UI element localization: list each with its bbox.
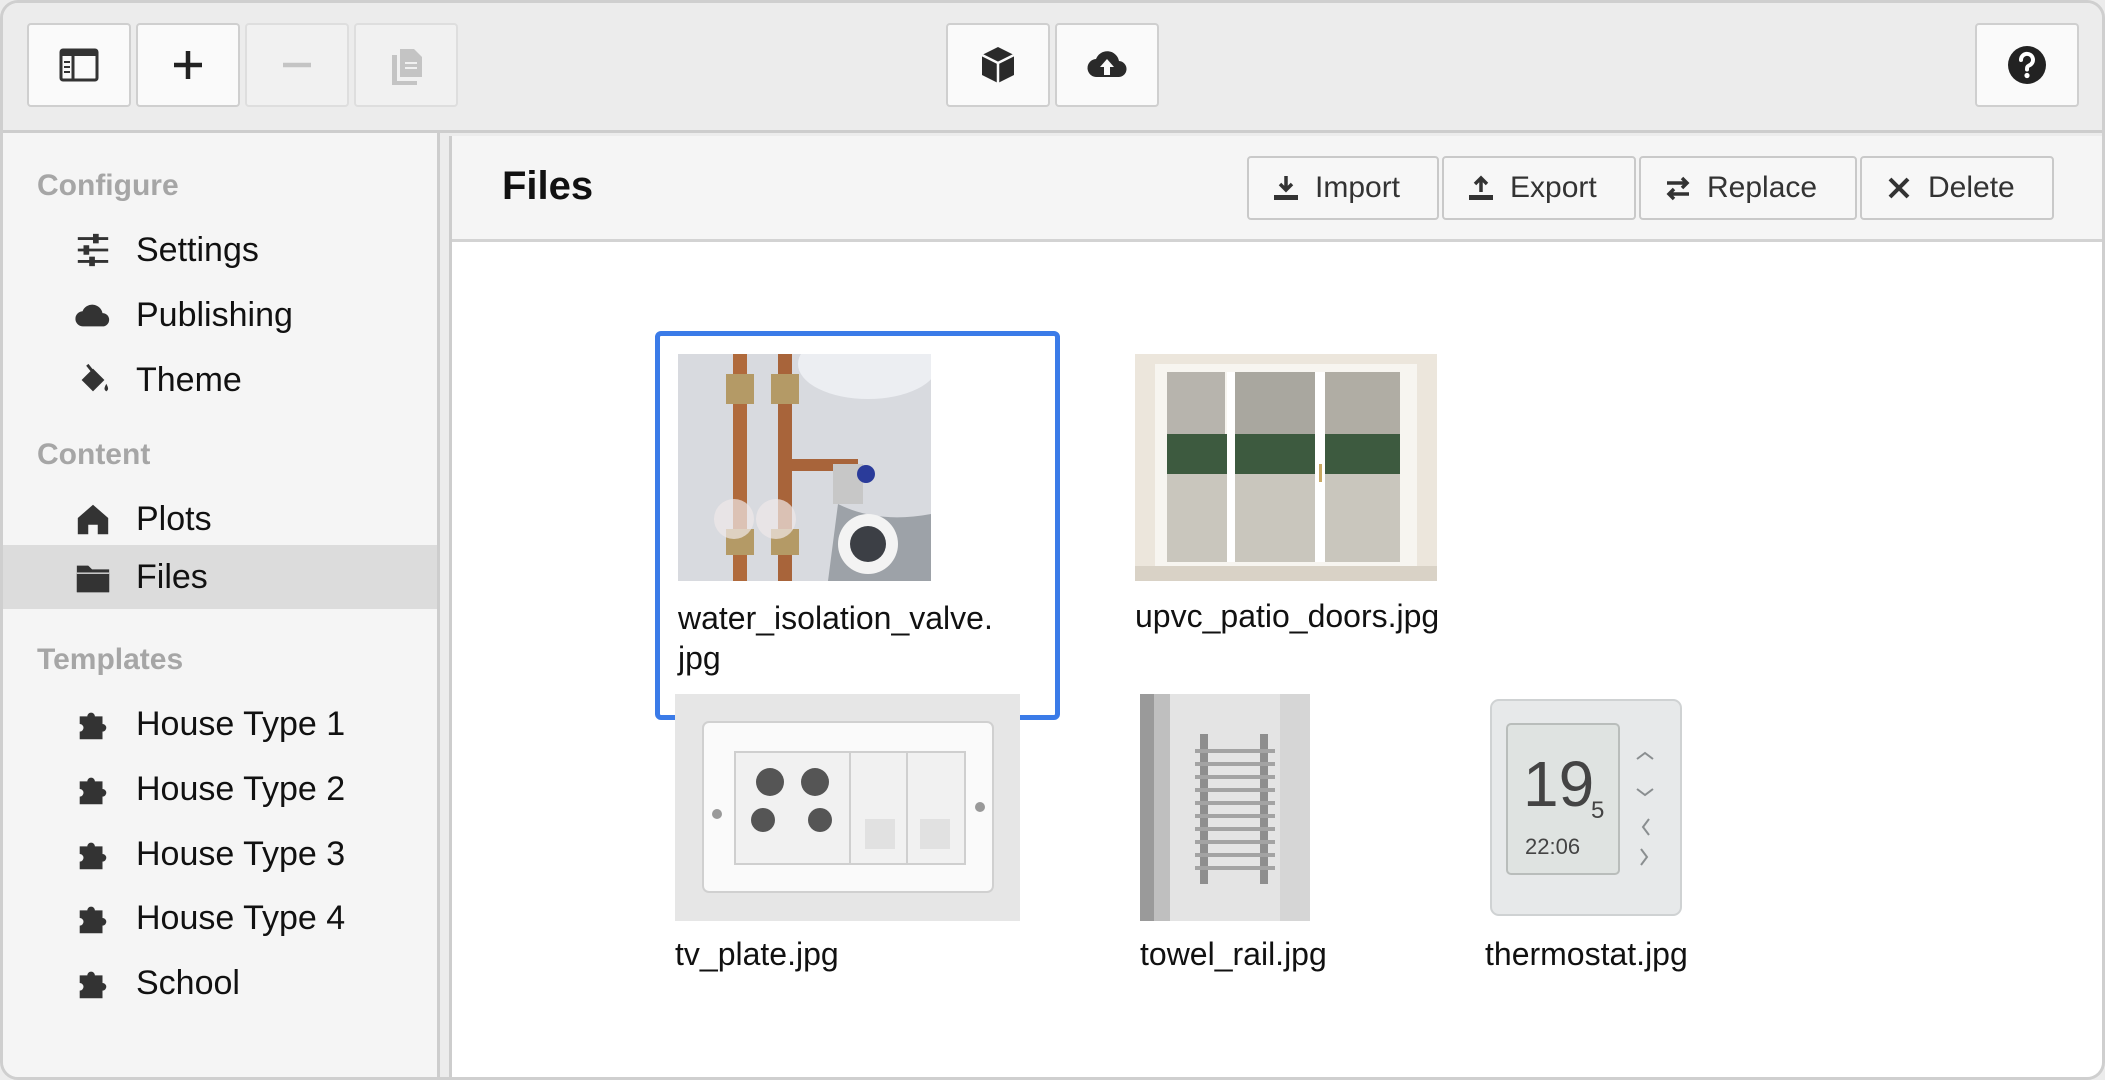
thermostat-time: 22:06 [1525, 834, 1580, 859]
toggle-sidebar-button[interactable] [27, 23, 131, 107]
sidebar-item-label: House Type 4 [136, 898, 346, 937]
sidebar: Configure Settings Publishing Theme Cont… [3, 133, 440, 1077]
sidebar-item-house-type-2[interactable]: House Type 2 [3, 757, 437, 821]
sidebar-item-school[interactable]: School [3, 951, 437, 1015]
minus-icon [283, 62, 311, 68]
duplicate-button[interactable] [354, 23, 458, 107]
swap-icon [1666, 176, 1690, 201]
puzzle-icon [73, 898, 113, 938]
main-panel: Files Import Export Replace Delete water… [449, 136, 2102, 1077]
replace-label: Replace [1707, 171, 1818, 204]
puzzle-icon [73, 769, 113, 809]
section-title-content: Content [37, 438, 151, 471]
file-name-line-1: water_isolation_valve. [678, 600, 993, 636]
cloud-upload-icon [1087, 51, 1127, 78]
cube-icon [981, 47, 1015, 83]
sidebar-item-house-type-1[interactable]: House Type 1 [3, 692, 437, 756]
close-icon [1888, 177, 1910, 199]
replace-button[interactable]: Replace [1639, 156, 1857, 220]
file-tile[interactable]: upvc_patio_doors.jpg [1135, 351, 1535, 651]
file-grid: water_isolation_valve. jpg upvc_patio_do… [452, 242, 2102, 1077]
sidebar-item-house-type-3[interactable]: House Type 3 [3, 822, 437, 886]
file-thumbnail [678, 354, 931, 581]
thermostat-temp: 19 [1523, 748, 1594, 820]
file-tile[interactable]: towel_rail.jpg [1140, 694, 1390, 994]
cloud-icon [73, 295, 113, 335]
sliders-icon [73, 230, 113, 270]
export-button[interactable]: Export [1442, 156, 1636, 220]
sidebar-item-label: Files [136, 557, 208, 596]
files-header: Files Import Export Replace Delete [452, 136, 2102, 242]
app-window: Configure Settings Publishing Theme Cont… [0, 0, 2105, 1080]
puzzle-icon [73, 963, 113, 1003]
file-name: upvc_patio_doors.jpg [1135, 598, 1440, 634]
page-title: Files [502, 164, 594, 208]
puzzle-icon [73, 704, 113, 744]
sidebar-item-label: Plots [136, 499, 212, 538]
plus-icon [174, 51, 202, 79]
publish-button[interactable] [1055, 23, 1159, 107]
import-button[interactable]: Import [1247, 156, 1439, 220]
folder-icon [73, 557, 113, 597]
sidebar-item-settings[interactable]: Settings [3, 218, 437, 282]
help-button[interactable] [1975, 23, 2079, 107]
sidebar-item-label: School [136, 963, 240, 1002]
upload-icon [1469, 175, 1493, 200]
file-tile[interactable]: 19 5 22:06 thermostat.jpg [1485, 694, 1785, 994]
file-thumbnail [1140, 694, 1310, 921]
file-name: tv_plate.jpg [675, 936, 839, 972]
thermostat-decimal: 5 [1591, 797, 1604, 824]
sidebar-item-label: Theme [136, 360, 242, 399]
sidebar-item-plots[interactable]: Plots [3, 487, 437, 551]
file-name: thermostat.jpg [1485, 936, 1688, 972]
file-thumbnail: 19 5 22:06 [1485, 694, 1693, 921]
sidebar-item-house-type-4[interactable]: House Type 4 [3, 886, 437, 950]
paint-bucket-icon [73, 360, 113, 400]
toolbar [3, 3, 2102, 133]
delete-button[interactable]: Delete [1860, 156, 2054, 220]
house-icon [73, 499, 113, 539]
import-label: Import [1315, 171, 1401, 204]
sidebar-item-label: House Type 3 [136, 834, 346, 873]
sidebar-item-label: Publishing [136, 295, 293, 334]
file-name-line-2: jpg [678, 640, 721, 676]
sidebar-item-files[interactable]: Files [3, 545, 437, 609]
download-icon [1274, 176, 1298, 200]
sidebar-item-label: House Type 1 [136, 704, 346, 743]
file-tile[interactable]: water_isolation_valve. jpg [655, 331, 1060, 720]
file-name: towel_rail.jpg [1140, 936, 1327, 972]
export-label: Export [1510, 171, 1597, 204]
copy-icon [392, 49, 422, 85]
build-button[interactable] [946, 23, 1050, 107]
sidebar-item-label: Settings [136, 230, 259, 269]
sidebar-item-publishing[interactable]: Publishing [3, 283, 437, 347]
sidebar-item-label: House Type 2 [136, 769, 346, 808]
delete-label: Delete [1928, 171, 2015, 204]
file-thumbnail [1135, 354, 1437, 581]
section-title-templates: Templates [37, 643, 184, 676]
file-name: water_isolation_valve. jpg [678, 598, 1048, 678]
help-icon [2008, 46, 2046, 84]
file-tile[interactable]: tv_plate.jpg [675, 694, 1035, 994]
sidebar-toggle-icon [59, 48, 99, 82]
section-title-configure: Configure [37, 169, 179, 202]
puzzle-icon [73, 834, 113, 874]
remove-button[interactable] [245, 23, 349, 107]
file-thumbnail [675, 694, 1020, 921]
add-button[interactable] [136, 23, 240, 107]
sidebar-item-theme[interactable]: Theme [3, 348, 437, 412]
